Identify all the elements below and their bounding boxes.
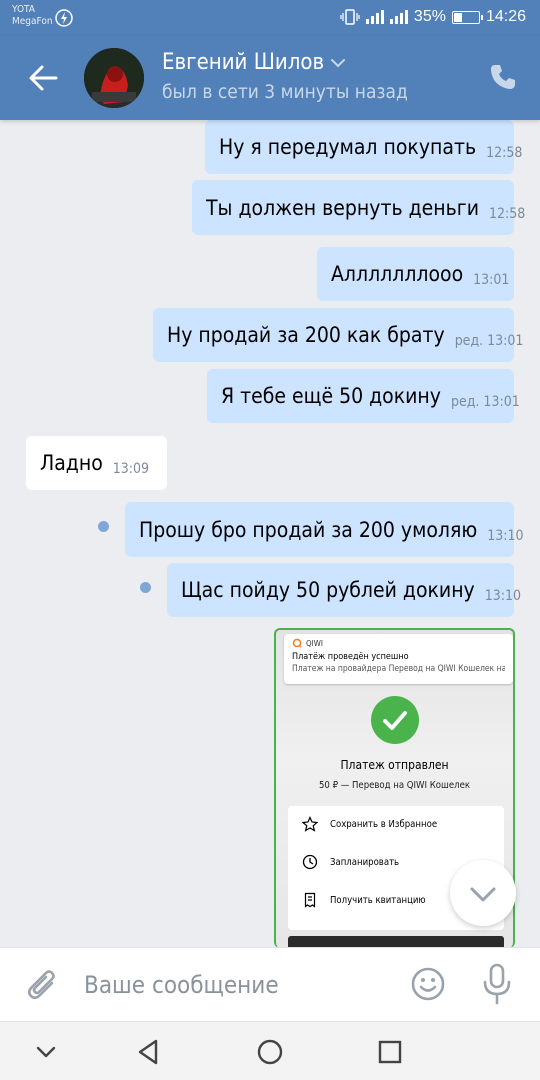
signal-1-icon — [365, 10, 384, 24]
payment-subtitle: 50 ₽ — Перевод на QIWI Кошелек — [319, 780, 470, 791]
message-time: 13:10 — [484, 588, 522, 604]
data-saver-icon — [55, 9, 73, 27]
message-time: 13:01 — [473, 272, 510, 288]
message-text: Ты должен вернуть деньги — [206, 195, 479, 220]
message-time: 13:09 — [112, 461, 150, 477]
receipt-icon — [304, 892, 316, 908]
action-label: Запланировать — [330, 856, 400, 868]
status-bar: YOTA MegaFon 35% 14:26 — [0, 0, 540, 36]
message-time: 12:58 — [488, 205, 526, 222]
chevron-down-icon — [470, 887, 496, 902]
message-bubble[interactable]: Ладно 13:09 — [26, 436, 167, 490]
microphone-icon[interactable] — [480, 962, 514, 1006]
notification-app: QIWI — [306, 638, 324, 648]
signal-2-icon — [389, 10, 408, 24]
unread-indicator — [98, 521, 109, 532]
action-save-favorite: Сохранить в Избранное — [302, 816, 437, 832]
message-text: Ну я передумал покупать — [219, 135, 477, 159]
action-label: Сохранить в Избранное — [330, 818, 438, 830]
back-arrow-icon[interactable] — [26, 58, 62, 98]
carrier-info: YOTA MegaFon — [12, 4, 53, 28]
nav-home-icon[interactable] — [254, 1036, 286, 1068]
action-schedule: Запланировать — [302, 854, 399, 870]
avatar[interactable] — [84, 48, 144, 108]
carrier-2: MegaFon — [12, 16, 53, 27]
action-receipt: Получить квитанцию — [302, 892, 426, 908]
message-time: 12:58 — [486, 145, 523, 161]
action-label: Получить квитанцию — [330, 894, 426, 906]
emoji-icon[interactable] — [410, 966, 446, 1002]
avatar-photo — [84, 48, 144, 108]
attach-icon[interactable] — [24, 966, 60, 1004]
payment-title: Платеж отправлен — [340, 758, 449, 772]
message-text: Ладно — [40, 451, 103, 475]
battery-icon — [451, 10, 483, 24]
message-bubble[interactable]: Я тебе ещё 50 докину ред. 13:01 — [207, 369, 520, 423]
carrier-1: YOTA — [12, 4, 35, 15]
hide-keyboard-icon[interactable] — [30, 1036, 62, 1068]
message-bubble[interactable]: Прошу бро продай за 200 умоляю 13:10 — [125, 502, 524, 557]
message-text: Алллллллооо — [331, 262, 464, 286]
success-check-icon — [371, 696, 419, 744]
message-bubble[interactable]: Алллллллооо 13:01 — [317, 247, 514, 301]
message-text: Ну продай за 200 как брату — [167, 323, 445, 347]
message-text: Щас пойду 50 рублей докину — [181, 578, 475, 602]
message-text: Прошу бро продай за 200 умоляю — [139, 517, 478, 542]
message-bubble[interactable]: Щас пойду 50 рублей докину 13:10 — [167, 563, 521, 617]
message-bubble[interactable]: Ты должен вернуть деньги 12:58 — [192, 180, 525, 235]
notification-text: Платеж на провайдера Перевод на QIWI Кош… — [292, 664, 505, 674]
chevron-down-icon — [331, 58, 346, 67]
scroll-down-button[interactable] — [450, 860, 516, 926]
status-right: 35% 14:26 — [340, 8, 526, 26]
message-bubble[interactable]: Ну я передумал покупать 12:58 — [205, 120, 522, 174]
system-nav-bar — [0, 1021, 540, 1080]
notification-title: Платёж проведён успешно — [292, 652, 409, 662]
composer-bar — [0, 947, 540, 1021]
unread-indicator — [140, 582, 151, 593]
last-seen-status: был в сети 3 минуты назад — [162, 81, 408, 103]
message-time: ред. 13:01 — [454, 333, 524, 349]
message-time: 13:10 — [487, 527, 524, 544]
nav-recents-icon[interactable] — [374, 1036, 406, 1068]
qiwi-notification: QIWI Платёж проведён успешно Платеж на п… — [284, 634, 513, 684]
chat-header: Евгений Шилов был в сети 3 минуты назад — [0, 36, 540, 120]
clock-icon — [302, 854, 318, 870]
star-icon — [302, 816, 318, 832]
clock: 14:26 — [485, 8, 526, 25]
message-bubble[interactable]: Ну продай за 200 как брату ред. 13:01 — [153, 308, 523, 362]
qiwi-logo-icon — [292, 638, 302, 648]
message-time: ред. 13:01 — [450, 394, 520, 410]
phone-icon[interactable] — [488, 62, 518, 92]
contact-name: Евгений Шилов — [162, 50, 325, 75]
contact-name-row[interactable]: Евгений Шилов — [162, 50, 346, 75]
message-input[interactable] — [84, 966, 384, 1004]
battery-percent: 35% — [413, 8, 446, 25]
nav-back-icon[interactable] — [134, 1036, 166, 1068]
vibrate-icon — [340, 9, 360, 25]
message-text: Я тебе ещё 50 докину — [221, 384, 441, 408]
